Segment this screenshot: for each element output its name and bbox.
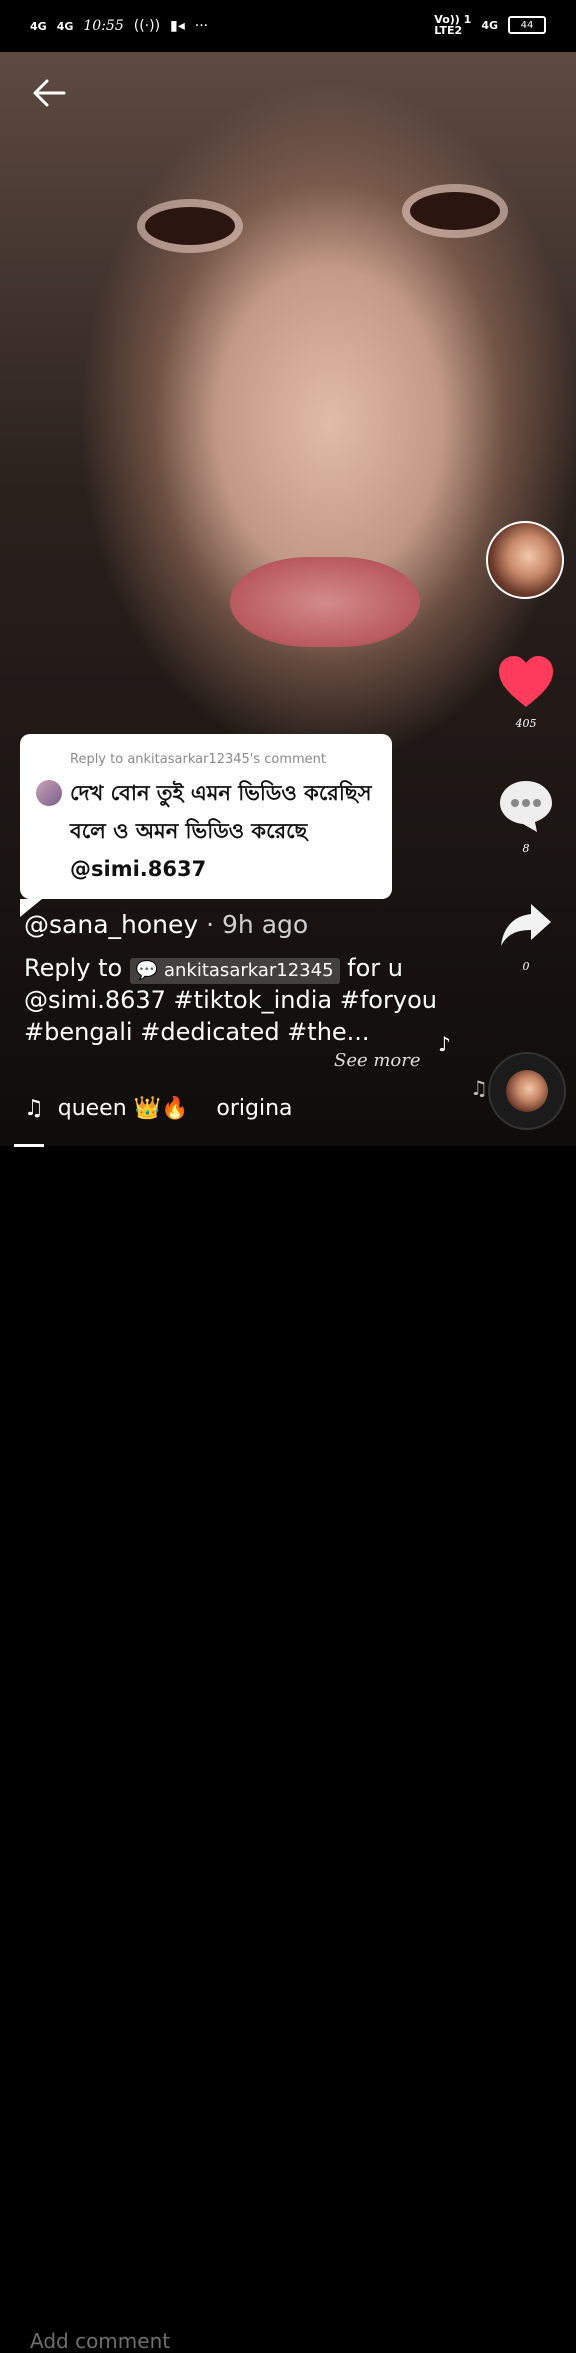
hotspot-icon: ((·)) [133, 18, 161, 34]
author-line[interactable]: @sana_honey · 9h ago [24, 910, 308, 939]
face-left-eye [145, 207, 235, 245]
music-icon: ♫ [24, 1096, 44, 1121]
signal-1: 4G [30, 19, 47, 33]
network-label: 4G [481, 18, 498, 32]
like-count: 405 [515, 717, 537, 730]
comment-button[interactable]: 8 [493, 778, 559, 855]
clock: 10:55 [83, 18, 124, 34]
music-note-icon: ♪ [438, 1032, 451, 1056]
reply-user-chip[interactable]: 💬 ankitasarkar12345 [129, 958, 340, 984]
share-count: 0 [522, 960, 530, 973]
creator-avatar[interactable] [486, 521, 564, 599]
back-arrow-icon [33, 79, 66, 107]
battery-icon: 44 [508, 16, 546, 34]
music-ticker[interactable]: ♫ queen 👑🔥 origina [24, 1096, 298, 1121]
volte-label: Vo)) 1 LTE2 [434, 13, 472, 37]
music-title-ticker: queen 👑🔥 origina [58, 1096, 298, 1121]
music-original: origina [216, 1096, 293, 1121]
author-username[interactable]: @sana_honey [24, 910, 198, 939]
face-right-eye [410, 192, 500, 230]
music-note-icon-faint: ♫ [470, 1076, 488, 1100]
post-time: · 9h ago [206, 910, 309, 939]
like-button[interactable]: 405 [493, 655, 559, 730]
music-title: queen 👑🔥 [57, 1096, 189, 1121]
share-button[interactable]: 0 [493, 900, 559, 973]
video-icon: ▮◂ [170, 18, 185, 34]
reply-to-label: Reply to ankitasarkar12345's comment [70, 752, 327, 767]
add-comment-input[interactable]: Add comment [30, 2329, 170, 2353]
reply-comment-bubble[interactable]: Reply to ankitasarkar12345's comment দেখ… [20, 734, 392, 917]
commenter-avatar[interactable] [36, 780, 62, 806]
comment-icon [500, 781, 552, 832]
video-caption: Reply to 💬 ankitasarkar12345 for u @simi… [24, 952, 464, 1048]
back-button[interactable] [32, 78, 66, 108]
caption-reply-prefix: Reply to [24, 954, 123, 982]
signal-2: 4G [56, 19, 74, 33]
reply-comment-text: দেখ বোন তুই এমন ভিডিও করেছিস বলে ও অমন ভ… [70, 781, 372, 881]
see-more-link[interactable]: See more [334, 1050, 421, 1071]
more-dots-icon: ··· [194, 18, 209, 34]
heart-icon [499, 656, 553, 707]
comment-count: 8 [522, 842, 530, 855]
face-lips [230, 557, 420, 647]
status-bar: 4G 4G 10:55 ((·)) ▮◂ ··· Vo)) 1 LTE2 4G 4… [0, 0, 576, 52]
music-disc-avatar [506, 1070, 548, 1112]
comment-bar: Add comment [0, 1147, 576, 2353]
music-disc[interactable] [488, 1052, 566, 1130]
share-arrow-icon [501, 904, 551, 946]
